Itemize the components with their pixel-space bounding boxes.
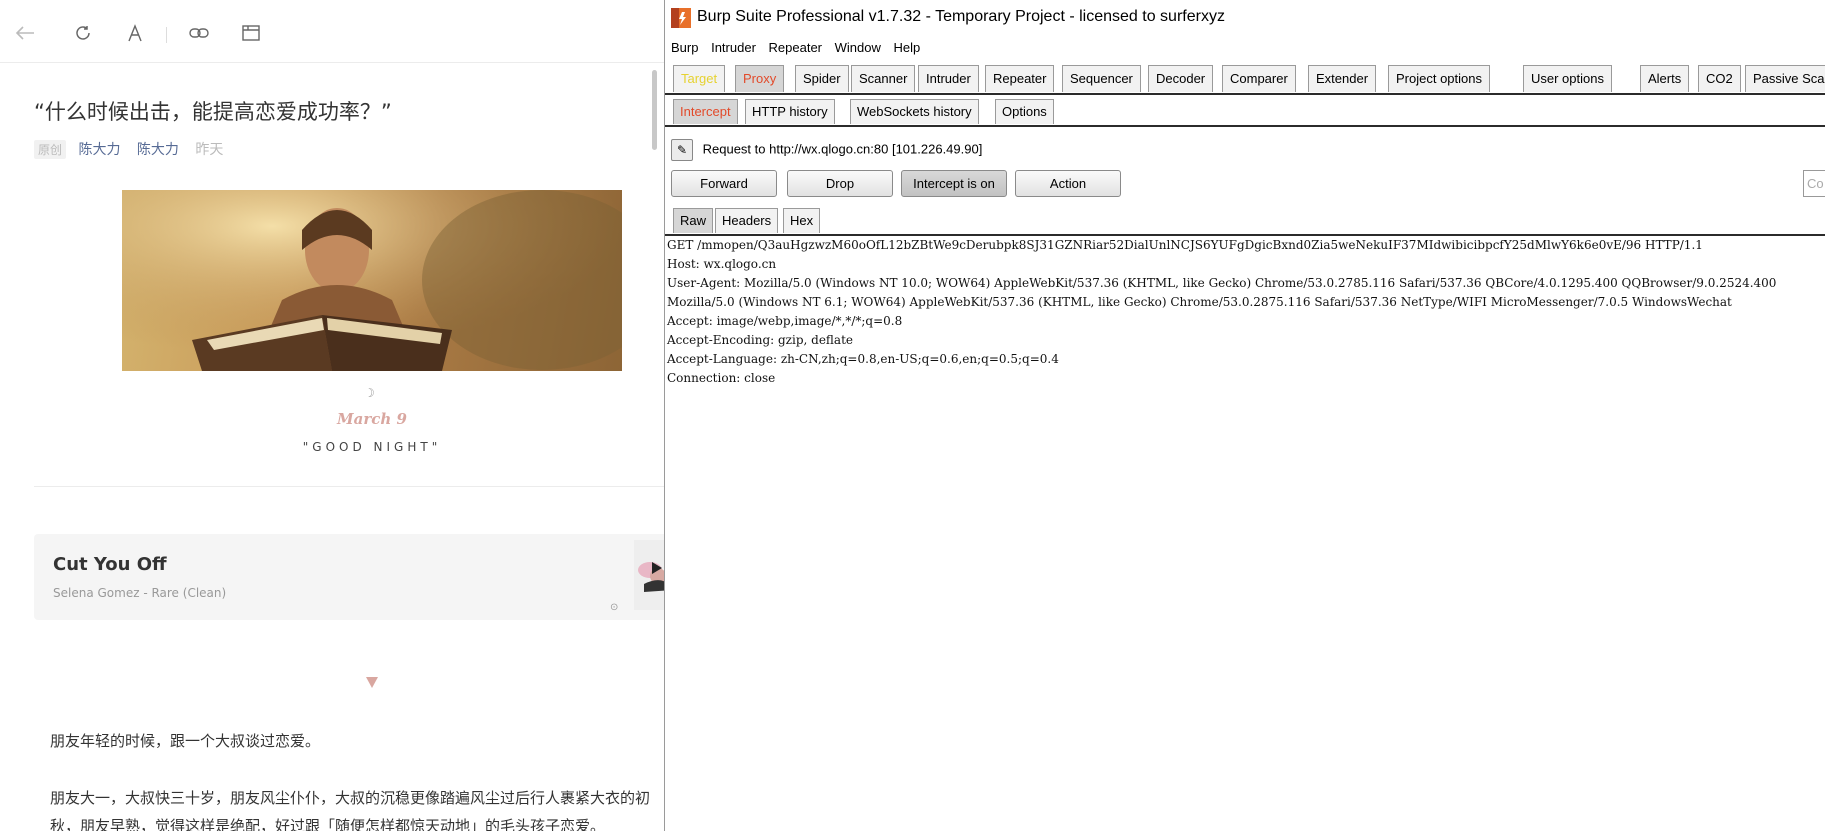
- action-button[interactable]: Action: [1015, 170, 1121, 197]
- tab-extender[interactable]: Extender: [1308, 65, 1377, 92]
- tab-passive-scan-client[interactable]: Passive Scan Clier: [1745, 65, 1825, 92]
- request-line: Connection: close: [667, 371, 776, 385]
- tab-repeater[interactable]: Repeater: [985, 65, 1055, 92]
- tab-proxy[interactable]: Proxy: [735, 65, 785, 92]
- tab-sequencer[interactable]: Sequencer: [1062, 65, 1141, 92]
- tab-decoder[interactable]: Decoder: [1148, 65, 1214, 92]
- request-editor[interactable]: GET /mmopen/Q3auHgzwzM60oOfL12bZBtWe9cDe…: [665, 236, 1825, 831]
- edit-pencil-icon[interactable]: ✎: [671, 139, 693, 161]
- menu-window[interactable]: Window: [835, 40, 881, 55]
- tab-co2[interactable]: CO2: [1698, 65, 1741, 92]
- account-link[interactable]: 陈大力: [137, 142, 179, 158]
- request-line: Accept-Language: zh-CN,zh;q=0.8,en-US;q=…: [667, 352, 1059, 366]
- play-icon[interactable]: [652, 562, 662, 574]
- publish-date: 昨天: [195, 142, 224, 158]
- font-icon[interactable]: [124, 22, 146, 44]
- paragraph-1: 朋友年轻的时候，跟一个大叔谈过恋爱。: [50, 732, 321, 750]
- tab-websockets-history[interactable]: WebSockets history: [850, 99, 979, 124]
- song-artist: Selena Gomez - Rare (Clean): [53, 586, 227, 600]
- tab-intruder[interactable]: Intruder: [918, 65, 979, 92]
- tab-headers[interactable]: Headers: [715, 208, 779, 233]
- tab-intercept[interactable]: Intercept: [673, 99, 738, 124]
- original-tag: 原创: [34, 140, 67, 159]
- tab-scanner[interactable]: Scanner: [851, 65, 916, 92]
- tab-raw[interactable]: Raw: [673, 208, 714, 233]
- article-photo: [122, 190, 622, 371]
- proxy-sub-tabs: Intercept HTTP history WebSockets histor…: [665, 97, 1825, 127]
- window-title: Burp Suite Professional v1.7.32 - Tempor…: [697, 8, 1225, 25]
- article-meta: 原创 陈大力 陈大力 昨天: [34, 139, 223, 159]
- burp-logo-icon: [671, 8, 691, 28]
- tab-alerts[interactable]: Alerts: [1640, 65, 1690, 92]
- reader-toolbar: [0, 0, 664, 63]
- menu-help[interactable]: Help: [894, 40, 921, 55]
- request-target-row: ✎ Request to http://wx.qlogo.cn:80 [101.…: [671, 139, 982, 161]
- scrollbar-thumb[interactable]: [652, 70, 657, 150]
- music-card[interactable]: Cut You Off Selena Gomez - Rare (Clean) …: [34, 534, 664, 620]
- comment-field[interactable]: Co: [1803, 170, 1825, 197]
- intercept-toggle-button[interactable]: Intercept is on: [901, 170, 1007, 197]
- tab-project-options[interactable]: Project options: [1388, 65, 1490, 92]
- back-arrow-icon[interactable]: [14, 22, 36, 44]
- tab-spider[interactable]: Spider: [795, 65, 849, 92]
- drop-button[interactable]: Drop: [787, 170, 893, 197]
- window-icon[interactable]: [240, 22, 262, 44]
- tab-hex[interactable]: Hex: [783, 208, 821, 233]
- article-reader-pane: “什么时候出击，能提高恋爱成功率？” 原创 陈大力 陈大力 昨天 ☽ March…: [0, 0, 664, 831]
- tab-target[interactable]: Target: [673, 65, 726, 92]
- request-line: GET /mmopen/Q3auHgzwzM60oOfL12bZBtWe9cDe…: [667, 238, 1703, 252]
- refresh-icon[interactable]: [72, 22, 94, 44]
- main-tab-strip: Target Proxy Spider Scanner Intruder Rep…: [665, 63, 1825, 95]
- section-divider: [34, 486, 664, 487]
- request-line: Host: wx.qlogo.cn: [667, 257, 777, 271]
- album-cover: [634, 540, 664, 610]
- tab-proxy-options[interactable]: Options: [995, 99, 1054, 124]
- qq-music-icon: ⊙: [610, 602, 619, 613]
- tab-user-options[interactable]: User options: [1523, 65, 1612, 92]
- forward-button[interactable]: Forward: [671, 170, 777, 197]
- good-night-text: "GOOD NIGHT": [302, 440, 442, 454]
- script-date: March 9: [337, 410, 407, 428]
- menu-intruder[interactable]: Intruder: [711, 40, 756, 55]
- menu-bar: Burp Intruder Repeater Window Help: [665, 40, 1825, 60]
- song-title: Cut You Off: [53, 554, 167, 575]
- request-line: Accept-Encoding: gzip, deflate: [667, 333, 854, 347]
- menu-repeater[interactable]: Repeater: [769, 40, 822, 55]
- toolbar-separator: [166, 27, 167, 43]
- tab-comparer[interactable]: Comparer: [1222, 65, 1296, 92]
- paragraph-3: 秋，朋友早熟，觉得这样是绝配，好过跟「随便怎样都惊天动地」的毛头孩子恋爱。: [50, 817, 606, 831]
- moon-glyph: ☽: [364, 386, 375, 400]
- burp-suite-window: Burp Suite Professional v1.7.32 - Tempor…: [665, 0, 1825, 831]
- menu-burp[interactable]: Burp: [671, 40, 698, 55]
- article-title: “什么时候出击，能提高恋爱成功率？”: [34, 100, 392, 124]
- tab-http-history[interactable]: HTTP history: [745, 99, 835, 124]
- request-target-label: Request to http://wx.qlogo.cn:80 [101.22…: [702, 141, 983, 157]
- request-line: User-Agent: Mozilla/5.0 (Windows NT 10.0…: [667, 276, 1777, 290]
- request-line: Accept: image/webp,image/*,*/*;q=0.8: [667, 314, 903, 328]
- request-line: Mozilla/5.0 (Windows NT 6.1; WOW64) Appl…: [667, 295, 1732, 309]
- message-view-tabs: Raw Headers Hex: [665, 206, 1825, 236]
- author-link[interactable]: 陈大力: [78, 142, 120, 158]
- down-triangle-icon: [366, 677, 378, 688]
- link-icon[interactable]: [188, 22, 210, 44]
- window-titlebar: Burp Suite Professional v1.7.32 - Tempor…: [665, 0, 1825, 36]
- paragraph-2: 朋友大一，大叔快三十岁，朋友风尘仆仆，大叔的沉稳更像踏遍风尘过后行人裹紧大衣的初: [50, 789, 651, 807]
